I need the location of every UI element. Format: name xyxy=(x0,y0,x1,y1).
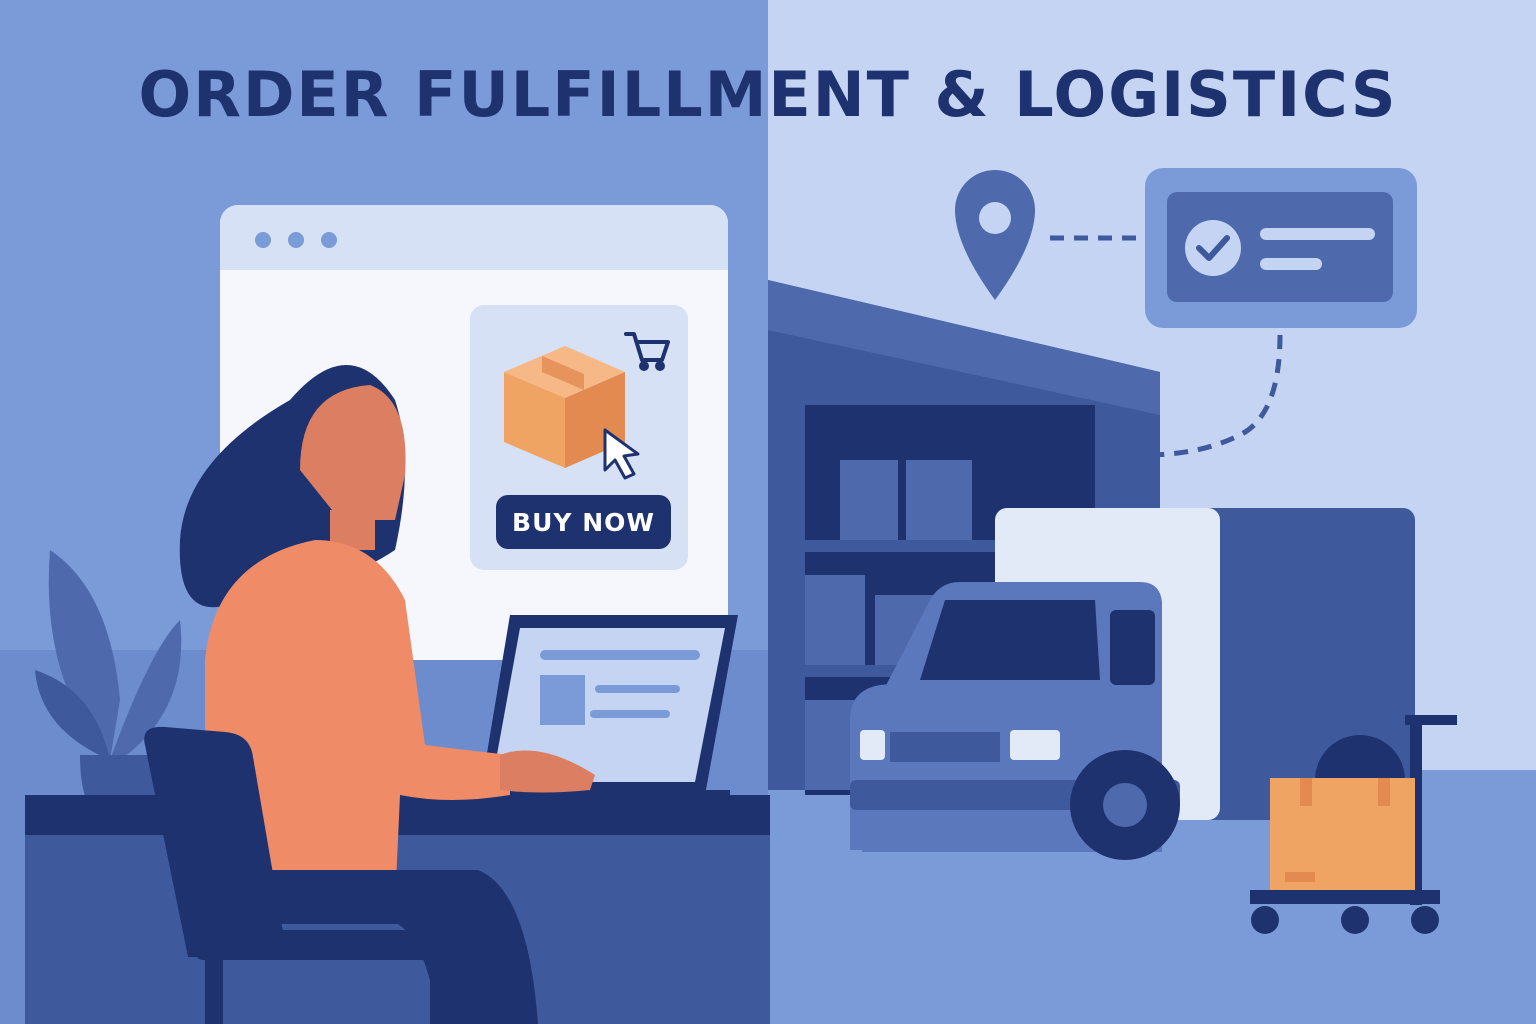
checkmark-icon xyxy=(1185,220,1241,276)
page-title: ORDER FULFILLMENT & LOGISTICS xyxy=(138,58,1398,131)
illustration-art xyxy=(0,0,1536,1024)
window-dot-icon xyxy=(255,232,271,248)
tracking-status-card xyxy=(1145,168,1417,328)
window-dot-icon xyxy=(288,232,304,248)
illustration-scene: ORDER FULFILLMENT & LOGISTICS BUY NOW xyxy=(0,0,1536,1024)
buy-now-button[interactable]: BUY NOW xyxy=(496,495,671,549)
window-dot-icon xyxy=(321,232,337,248)
